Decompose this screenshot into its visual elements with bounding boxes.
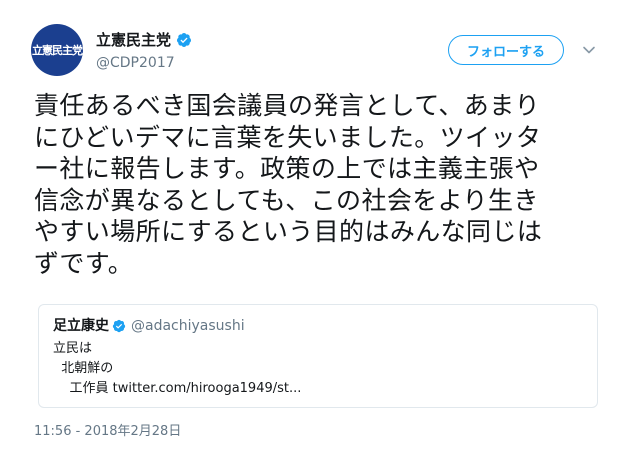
- quoted-author-handle: @adachiyasushi: [131, 318, 245, 334]
- follow-button[interactable]: フォローする: [448, 35, 564, 65]
- avatar[interactable]: 立憲民主党: [31, 24, 83, 76]
- avatar-text: 立憲民主党: [32, 44, 83, 57]
- quoted-author-name: 足立康史: [53, 318, 109, 334]
- verified-badge-icon: [112, 319, 126, 333]
- quoted-tweet-header: 足立康史 @adachiyasushi: [53, 317, 245, 335]
- quoted-tweet-card[interactable]: 足立康史 @adachiyasushi 立民は 北朝鮮の 工作員 twitter…: [38, 304, 598, 408]
- author-name[interactable]: 立憲民主党: [96, 31, 171, 49]
- tweet-text: 責任あるべき国会議員の発言として、あまり にひどいデマに言葉を失いました。ツイッ…: [34, 91, 543, 278]
- verified-badge-icon: [177, 33, 192, 47]
- tweet-timestamp[interactable]: 11:56 - 2018年2月28日: [34, 424, 181, 440]
- chevron-down-icon[interactable]: [582, 43, 596, 57]
- author-name-row[interactable]: 立憲民主党: [96, 31, 192, 49]
- author-handle[interactable]: @CDP2017: [96, 54, 175, 72]
- quoted-tweet-body: 立民は 北朝鮮の 工作員 twitter.com/hirooga1949/st.…: [53, 341, 302, 396]
